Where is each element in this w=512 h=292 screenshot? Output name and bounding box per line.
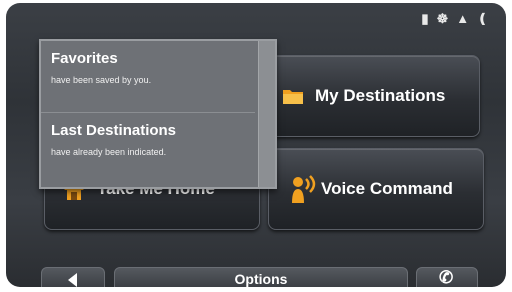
popup-list: Favorites have been saved by you. Last D… — [41, 41, 255, 187]
favorites-title: Favorites — [51, 50, 118, 67]
screen: ▮ ☸ ▲ ❪ My Destinations Voice Command Ta… — [6, 3, 506, 287]
phone-icon: ✆ — [439, 268, 454, 287]
my-destinations-label: My Destinations — [315, 86, 446, 105]
voice-icon — [292, 175, 316, 203]
voice-command-button[interactable]: Voice Command — [268, 148, 484, 230]
gps-icon: ❪ — [477, 11, 488, 26]
my-destinations-button[interactable]: My Destinations — [264, 55, 480, 137]
battery-icon: ▮ — [421, 11, 429, 26]
last-destinations-title: Last Destinations — [51, 122, 177, 139]
status-bar: ▮ ☸ ▲ ❪ — [421, 11, 488, 27]
bottom-bar: Options ✆ — [6, 265, 506, 287]
popup-scrollbar[interactable] — [258, 41, 275, 187]
phone-button[interactable]: ✆ — [416, 267, 478, 287]
folder-icon — [283, 90, 303, 104]
traffic-alert-icon: ▲ — [456, 11, 470, 26]
destinations-popup: Favorites have been saved by you. Last D… — [39, 39, 277, 189]
voice-command-label: Voice Command — [321, 179, 453, 198]
last-destinations-subtitle: have already been indicated. — [51, 147, 167, 157]
signal-icon: ☸ — [436, 11, 449, 26]
favorites-subtitle: have been saved by you. — [51, 75, 152, 85]
back-button[interactable] — [41, 267, 105, 287]
options-label: Options — [234, 271, 288, 287]
back-arrow-icon — [68, 273, 77, 287]
popup-item-favorites[interactable]: Favorites have been saved by you. — [41, 41, 255, 113]
popup-item-last-destinations[interactable]: Last Destinations have already been indi… — [41, 113, 255, 184]
options-button[interactable]: Options — [114, 267, 408, 287]
